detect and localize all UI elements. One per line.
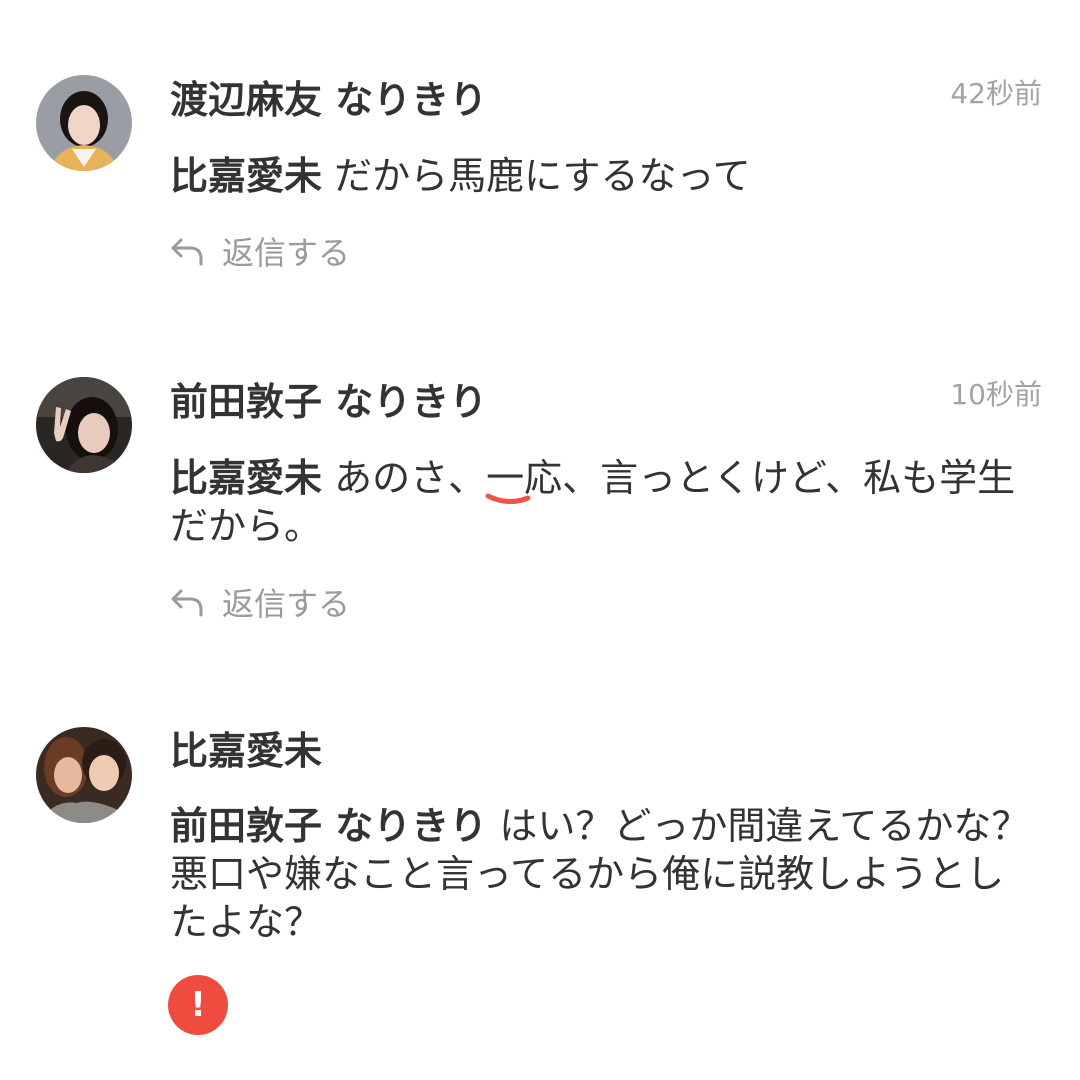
mention[interactable]: 前田敦子 なりきり <box>170 804 487 848</box>
alert-icon[interactable]: ! <box>168 975 228 1035</box>
timestamp: 10秒前 <box>950 378 1042 411</box>
reply-button[interactable]: 返信する <box>168 229 350 273</box>
author-name[interactable]: 前田敦子 なりきり <box>170 378 487 426</box>
author-name[interactable]: 比嘉愛未 <box>170 727 322 775</box>
avatar[interactable] <box>36 727 132 823</box>
reply-button[interactable]: 返信する <box>168 580 350 624</box>
reply-label: 返信する <box>222 234 351 272</box>
avatar[interactable] <box>36 377 132 473</box>
reply-arrow-icon <box>171 589 203 617</box>
comment-body: 前田敦子 なりきり はい？どっか間違えてるかな？悪口や嫌なこと言ってるから俺に説… <box>170 802 1040 946</box>
avatar[interactable] <box>36 75 132 171</box>
spell-check-mark: 一 <box>485 454 531 504</box>
spell-underline-icon <box>485 493 531 504</box>
reply-arrow-icon <box>171 238 203 266</box>
comment-body: 比嘉愛未 あのさ、一 応、言っとくけど、私も学生だから。 <box>170 454 1040 550</box>
timestamp: 42秒前 <box>950 77 1042 110</box>
comment-body: 比嘉愛未 だから馬鹿にするなって <box>170 152 1040 200</box>
mention[interactable]: 比嘉愛未 <box>170 456 322 500</box>
comment-text: だから馬鹿にするなって <box>322 154 751 198</box>
reply-label: 返信する <box>222 585 351 623</box>
author-name[interactable]: 渡辺麻友 なりきり <box>170 76 487 124</box>
mention[interactable]: 比嘉愛未 <box>170 154 322 198</box>
comment-text: あのさ、 <box>322 456 487 500</box>
